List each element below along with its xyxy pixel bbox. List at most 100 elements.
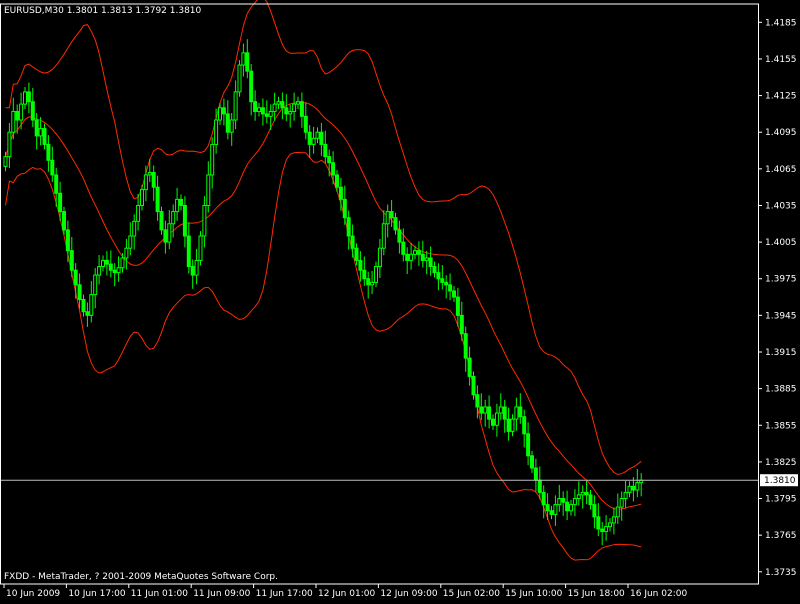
candle-body — [569, 504, 573, 512]
candle-body — [572, 498, 577, 506]
candle-body — [120, 257, 125, 269]
candle-body — [143, 174, 148, 191]
candle-body — [377, 247, 382, 268]
chart-background — [0, 0, 800, 600]
x-tick-label: 15 Jun 10:00 — [505, 589, 562, 599]
candle-body — [502, 406, 507, 420]
candle-body — [23, 91, 27, 105]
candle-body — [401, 241, 406, 255]
candle-body — [182, 204, 187, 237]
candle-body — [584, 491, 589, 496]
candle-body — [475, 394, 480, 408]
candle-body — [77, 284, 82, 300]
candle-body — [619, 498, 624, 508]
candle-body — [50, 159, 55, 176]
candle-body — [362, 269, 367, 280]
candle-body — [557, 498, 562, 506]
candle-body — [424, 257, 429, 261]
chart-canvas[interactable]: 1.4185 1.4155 1.4125 1.4095 1.4065 1.4035 1.40… — [0, 0, 800, 600]
candle-body — [440, 278, 445, 283]
candle-body — [331, 162, 336, 176]
candle-body — [34, 119, 39, 137]
candle-body — [498, 406, 503, 414]
y-tick-label: 1.3915 — [765, 348, 797, 358]
candle-body — [463, 333, 468, 359]
price-chart[interactable]: 1.4185 1.4155 1.4125 1.4095 1.4065 1.4035 1.40… — [0, 0, 800, 600]
candle-body — [405, 253, 410, 261]
candle-body — [604, 526, 609, 532]
candle-body — [623, 491, 628, 500]
candle-body — [190, 266, 195, 276]
candle-body — [233, 91, 238, 121]
candle-body — [264, 113, 269, 117]
candle-body — [471, 375, 476, 396]
candle-body — [518, 406, 523, 418]
candle-body — [85, 311, 90, 316]
candle-body — [128, 235, 133, 249]
candle-body — [159, 211, 164, 231]
candle-body — [101, 259, 105, 268]
candle-body — [81, 298, 86, 313]
y-tick-label: 1.4005 — [765, 238, 797, 248]
candle-body — [155, 186, 160, 213]
candle-body — [389, 211, 394, 219]
candle-body — [260, 107, 265, 115]
candle-body — [167, 223, 172, 243]
y-tick-label: 1.4095 — [765, 128, 797, 138]
x-tick-label: 12 Jun 01:00 — [318, 589, 375, 599]
candle-body — [175, 198, 180, 213]
candle-body — [272, 103, 277, 112]
candle-body — [206, 174, 211, 206]
candle-body — [221, 107, 226, 115]
candle-body — [42, 128, 47, 145]
candle-body — [491, 418, 495, 426]
candle-body — [354, 247, 359, 261]
y-tick-label: 1.3885 — [765, 385, 797, 395]
candle-body — [487, 406, 492, 420]
candle-body — [54, 174, 59, 194]
candle-body — [292, 103, 297, 112]
candle-body — [514, 406, 519, 420]
candle-body — [112, 269, 117, 274]
candle-body — [611, 516, 616, 524]
candle-body — [30, 101, 35, 121]
candle-body — [97, 266, 102, 276]
candle-body — [245, 52, 250, 72]
candle-body — [132, 220, 137, 237]
candle-body — [432, 266, 437, 274]
candle-body — [268, 110, 273, 117]
y-tick-label: 1.3735 — [765, 568, 797, 578]
candle-body — [588, 494, 593, 506]
candle-body — [526, 433, 531, 457]
x-tick-label: 15 Jun 18:00 — [568, 589, 625, 599]
candle-body — [323, 143, 328, 158]
y-tick-label: 1.3975 — [765, 275, 797, 285]
y-tick-label: 1.3765 — [765, 531, 797, 541]
candle-body — [631, 485, 636, 491]
candle-body — [592, 504, 597, 518]
candle-body — [136, 204, 141, 222]
candle-body — [381, 223, 386, 249]
candle-body — [237, 64, 242, 93]
candle-body — [214, 119, 219, 145]
copyright-text: FXDD - MetaTrader, ? 2001-2009 MetaQuote… — [4, 572, 278, 582]
candle-body — [163, 229, 168, 243]
candle-body — [576, 494, 581, 500]
x-tick-label: 15 Jun 02:00 — [443, 589, 500, 599]
candle-body — [229, 119, 234, 133]
candle-body — [444, 281, 449, 286]
candle-body — [549, 510, 554, 515]
candle-body — [249, 70, 254, 103]
candle-body — [338, 186, 343, 200]
candle-body — [467, 357, 472, 377]
y-tick-label: 1.4035 — [765, 201, 797, 211]
x-tick-label: 11 Jun 01:00 — [131, 589, 188, 599]
candle-body — [253, 101, 258, 112]
x-tick-label: 11 Jun 09:00 — [193, 589, 250, 599]
y-tick-label: 1.3945 — [765, 311, 797, 321]
candle-body — [198, 235, 203, 261]
candle-body — [7, 131, 12, 158]
candle-body — [580, 491, 585, 496]
candle-body — [38, 128, 43, 137]
candle-body — [307, 131, 312, 145]
